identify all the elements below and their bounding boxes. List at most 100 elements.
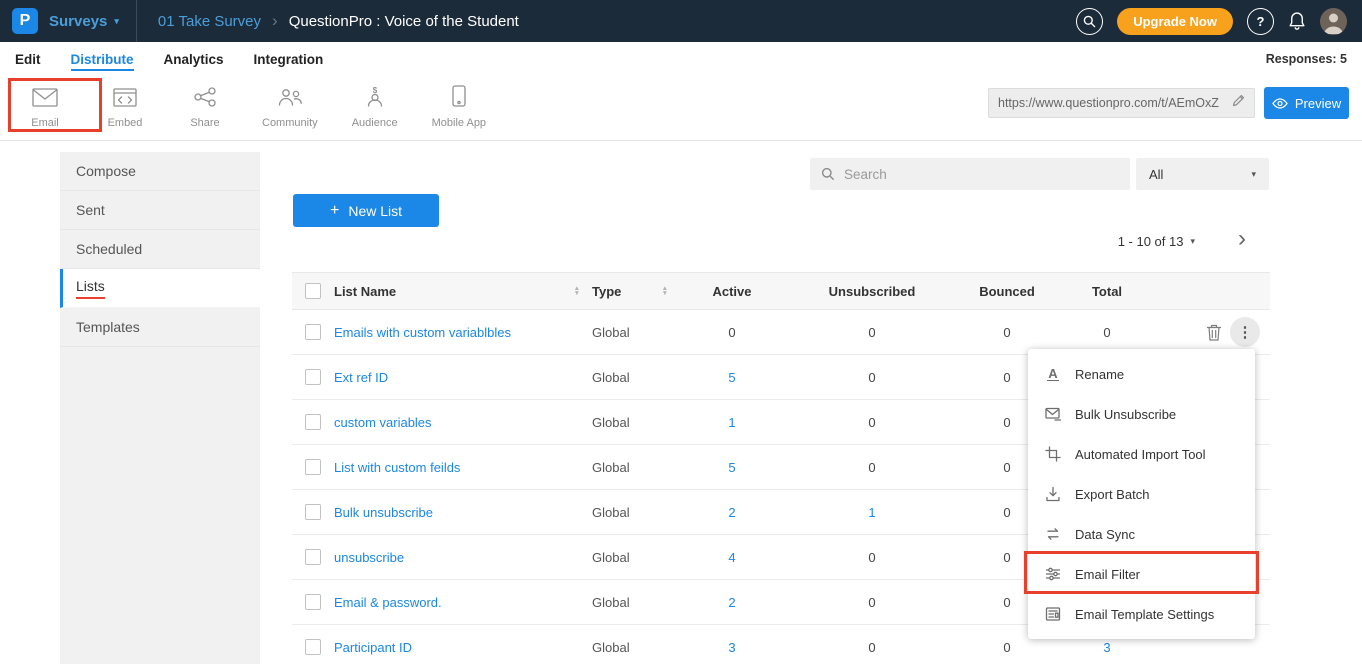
top-header: P Surveys ▾ 01 Take Survey › QuestionPro… bbox=[0, 0, 1362, 42]
sidebar-item-scheduled[interactable]: Scheduled bbox=[60, 230, 260, 269]
active-count[interactable]: 5 bbox=[672, 460, 792, 475]
pagination-range-dropdown[interactable]: 1 - 10 of 13 ▾ bbox=[1000, 234, 1195, 249]
share-icon bbox=[193, 87, 217, 112]
surveys-dropdown[interactable]: Surveys ▾ bbox=[49, 13, 119, 30]
unsubscribed-count[interactable]: 0 bbox=[792, 550, 952, 565]
next-page-button[interactable]: › bbox=[1238, 227, 1246, 251]
channel-community[interactable]: Community bbox=[262, 85, 318, 129]
chevron-down-icon: ▾ bbox=[1251, 170, 1256, 179]
row-checkbox[interactable] bbox=[305, 639, 321, 655]
menu-item-email-filter[interactable]: Email Filter bbox=[1028, 554, 1255, 594]
plus-icon: + bbox=[330, 203, 339, 219]
delete-icon[interactable] bbox=[1206, 324, 1222, 341]
unsubscribed-count[interactable]: 0 bbox=[792, 595, 952, 610]
list-name-link[interactable]: Bulk unsubscribe bbox=[334, 505, 433, 520]
tab-analytics[interactable]: Analytics bbox=[164, 48, 224, 71]
active-count[interactable]: 2 bbox=[672, 505, 792, 520]
sidebar-item-lists[interactable]: Lists bbox=[60, 269, 260, 308]
help-button[interactable]: ? bbox=[1247, 8, 1274, 35]
row-checkbox[interactable] bbox=[305, 324, 321, 340]
tab-distribute[interactable]: Distribute bbox=[71, 48, 134, 71]
channel-embed[interactable]: Embed bbox=[102, 85, 148, 129]
row-checkbox[interactable] bbox=[305, 459, 321, 475]
survey-url-input[interactable] bbox=[998, 96, 1225, 110]
sidebar-item-sent[interactable]: Sent bbox=[60, 191, 260, 230]
select-all-checkbox[interactable] bbox=[305, 283, 321, 299]
unsubscribed-count[interactable]: 0 bbox=[792, 640, 952, 655]
channel-email[interactable]: Email bbox=[22, 85, 68, 129]
list-name-link[interactable]: Ext ref ID bbox=[334, 370, 388, 385]
breadcrumb: 01 Take Survey › QuestionPro : Voice of … bbox=[158, 11, 519, 31]
sort-list-name-icon[interactable]: ▲▼ bbox=[574, 286, 580, 296]
user-avatar[interactable] bbox=[1320, 8, 1347, 35]
active-count[interactable]: 3 bbox=[672, 640, 792, 655]
template-settings-icon bbox=[1044, 606, 1062, 622]
edit-url-pencil-icon[interactable] bbox=[1232, 94, 1245, 112]
question-mark-icon: ? bbox=[1257, 14, 1265, 29]
list-type: Global bbox=[592, 550, 630, 565]
audience-icon-item[interactable]: $ Audience bbox=[352, 85, 398, 129]
active-count[interactable]: 4 bbox=[672, 550, 792, 565]
list-name-link[interactable]: unsubscribe bbox=[334, 550, 404, 565]
list-type: Global bbox=[592, 460, 630, 475]
menu-item-email-template-settings[interactable]: Email Template Settings bbox=[1028, 594, 1255, 634]
unsubscribed-count[interactable]: 0 bbox=[792, 370, 952, 385]
list-name-link[interactable]: Email & password. bbox=[334, 595, 442, 610]
menu-item-bulk-unsubscribe[interactable]: Bulk Unsubscribe bbox=[1028, 394, 1255, 434]
eye-icon bbox=[1272, 98, 1288, 109]
tab-edit[interactable]: Edit bbox=[15, 48, 41, 71]
list-name-link[interactable]: Participant ID bbox=[334, 640, 412, 655]
notifications-bell-icon[interactable] bbox=[1288, 11, 1306, 31]
filter-all-dropdown[interactable]: All ▾ bbox=[1136, 158, 1269, 190]
row-checkbox[interactable] bbox=[305, 504, 321, 520]
responses-count: Responses: 5 bbox=[1266, 52, 1347, 66]
sidebar-item-compose[interactable]: Compose bbox=[60, 152, 260, 191]
list-name-link[interactable]: List with custom feilds bbox=[334, 460, 460, 475]
upgrade-now-button[interactable]: Upgrade Now bbox=[1117, 8, 1233, 35]
community-icon bbox=[277, 87, 303, 112]
row-checkbox[interactable] bbox=[305, 594, 321, 610]
list-type: Global bbox=[592, 505, 630, 520]
active-count[interactable]: 5 bbox=[672, 370, 792, 385]
channel-share[interactable]: Share bbox=[182, 85, 228, 129]
email-sidebar: Compose Sent Scheduled Lists Templates bbox=[60, 152, 260, 664]
header-actions: Upgrade Now ? bbox=[1076, 8, 1347, 35]
total-count[interactable]: 0 bbox=[1062, 325, 1152, 340]
sidebar-item-templates[interactable]: Templates bbox=[60, 308, 260, 347]
menu-item-rename[interactable]: A Rename bbox=[1028, 354, 1255, 394]
total-count[interactable]: 3 bbox=[1062, 640, 1152, 655]
search-icon[interactable] bbox=[1076, 8, 1103, 35]
channel-mobile-app[interactable]: Mobile App bbox=[432, 85, 486, 129]
list-name-link[interactable]: Emails with custom variablbles bbox=[334, 325, 511, 340]
row-checkbox[interactable] bbox=[305, 414, 321, 430]
tab-integration[interactable]: Integration bbox=[254, 48, 324, 71]
list-search-input[interactable] bbox=[844, 167, 1119, 182]
bounced-count[interactable]: 0 bbox=[952, 640, 1062, 655]
breadcrumb-survey-link[interactable]: 01 Take Survey bbox=[158, 13, 261, 30]
unsubscribed-count[interactable]: 0 bbox=[792, 325, 952, 340]
unsubscribed-count[interactable]: 0 bbox=[792, 415, 952, 430]
bounced-count[interactable]: 0 bbox=[952, 325, 1062, 340]
row-checkbox[interactable] bbox=[305, 549, 321, 565]
channel-items: Email Embed Share Community $ Audience M… bbox=[22, 85, 486, 129]
row-menu-button[interactable]: ⋮ bbox=[1230, 317, 1260, 347]
new-list-button[interactable]: + New List bbox=[293, 194, 439, 227]
menu-item-export-batch[interactable]: Export Batch bbox=[1028, 474, 1255, 514]
survey-url-field bbox=[988, 88, 1255, 118]
filter-sliders-icon bbox=[1044, 566, 1062, 582]
list-type: Global bbox=[592, 325, 630, 340]
preview-button[interactable]: Preview bbox=[1264, 87, 1349, 119]
active-count[interactable]: 0 bbox=[672, 325, 792, 340]
active-count[interactable]: 2 bbox=[672, 595, 792, 610]
list-name-link[interactable]: custom variables bbox=[334, 415, 432, 430]
embed-icon bbox=[113, 88, 137, 112]
active-count[interactable]: 1 bbox=[672, 415, 792, 430]
list-type: Global bbox=[592, 640, 630, 655]
unsubscribed-count[interactable]: 0 bbox=[792, 460, 952, 475]
sort-type-icon[interactable]: ▲▼ bbox=[662, 286, 668, 296]
menu-item-automated-import[interactable]: Automated Import Tool bbox=[1028, 434, 1255, 474]
row-checkbox[interactable] bbox=[305, 369, 321, 385]
unsubscribed-count[interactable]: 1 bbox=[792, 505, 952, 520]
menu-item-data-sync[interactable]: Data Sync bbox=[1028, 514, 1255, 554]
search-icon bbox=[821, 167, 835, 181]
